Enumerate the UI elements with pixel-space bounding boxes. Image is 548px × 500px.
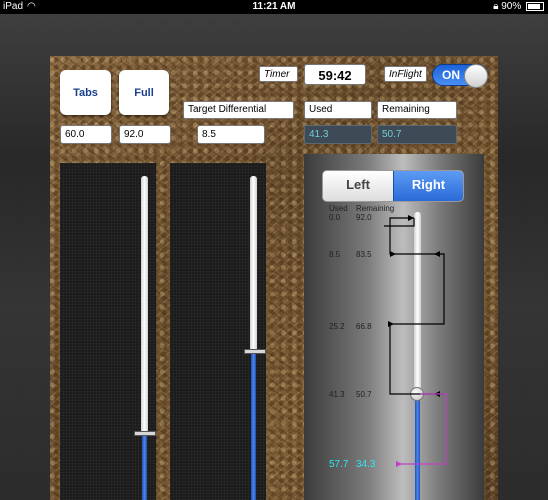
full-value-field[interactable]: 92.0 [119, 125, 171, 144]
battery-icon [526, 1, 544, 11]
toggle-knob [464, 64, 488, 88]
target-differential-field[interactable]: 8.5 [197, 125, 265, 144]
row-2-remaining: 66.8 [356, 322, 372, 331]
battery-label: 90% [501, 1, 522, 12]
magenta-arrow [396, 461, 402, 467]
left-slider-rail[interactable] [141, 176, 148, 434]
row-3-used: 41.3 [329, 390, 345, 399]
row-0-remaining: 92.0 [356, 213, 372, 222]
battery-indicator: 🔒︎ 90% [493, 0, 544, 14]
middle-slider-thumb[interactable] [244, 349, 266, 354]
middle-slider-rail[interactable] [250, 176, 257, 352]
status-bar: iPad ◠ 11:21 AM 🔒︎ 90% [0, 0, 548, 14]
left-slider-thumb[interactable] [134, 431, 156, 436]
timer-label: Timer [259, 66, 298, 82]
tabs-button[interactable]: Tabs [60, 70, 111, 115]
used-value: 41.3 [304, 125, 372, 144]
used-label: Used [304, 101, 372, 119]
target-differential-label: Target Differential [183, 101, 294, 119]
arrow-3 [434, 251, 440, 257]
inflight-label: InFlight [384, 66, 427, 82]
full-button[interactable]: Full [119, 70, 169, 115]
row-0-used: 0.0 [329, 213, 341, 222]
magenta-line [396, 393, 447, 465]
inflight-toggle[interactable]: ON [432, 64, 488, 88]
remaining-value: 50.7 [377, 125, 457, 144]
timer-value: 59:42 [304, 64, 366, 85]
chart-header-used: Used [329, 204, 348, 213]
arrow-2 [388, 321, 394, 327]
middle-slider-fill [251, 352, 256, 500]
left-right-segmented-control: Left Right [322, 170, 464, 202]
lock-icon: 🔒︎ [493, 1, 499, 12]
segment-left[interactable]: Left [323, 171, 393, 201]
segment-right[interactable]: Right [393, 171, 463, 201]
line-1 [389, 217, 445, 395]
switch-schedule-lines [384, 215, 447, 467]
status-time: 11:21 AM [252, 1, 296, 12]
arrow-1 [390, 251, 396, 257]
remaining-label: Remaining [377, 101, 457, 119]
row-3-remaining: 50.7 [356, 390, 372, 399]
row-4-used: 57.7 [329, 459, 349, 470]
arrow-0 [408, 215, 414, 221]
row-4-remaining: 34.3 [356, 459, 376, 470]
toggle-on-label: ON [442, 68, 460, 82]
row-1-used: 8.5 [329, 250, 341, 259]
row-2-used: 25.2 [329, 322, 345, 331]
tabs-value-field[interactable]: 60.0 [60, 125, 112, 144]
row-1-remaining: 83.5 [356, 250, 372, 259]
left-slider-fill [142, 434, 147, 500]
